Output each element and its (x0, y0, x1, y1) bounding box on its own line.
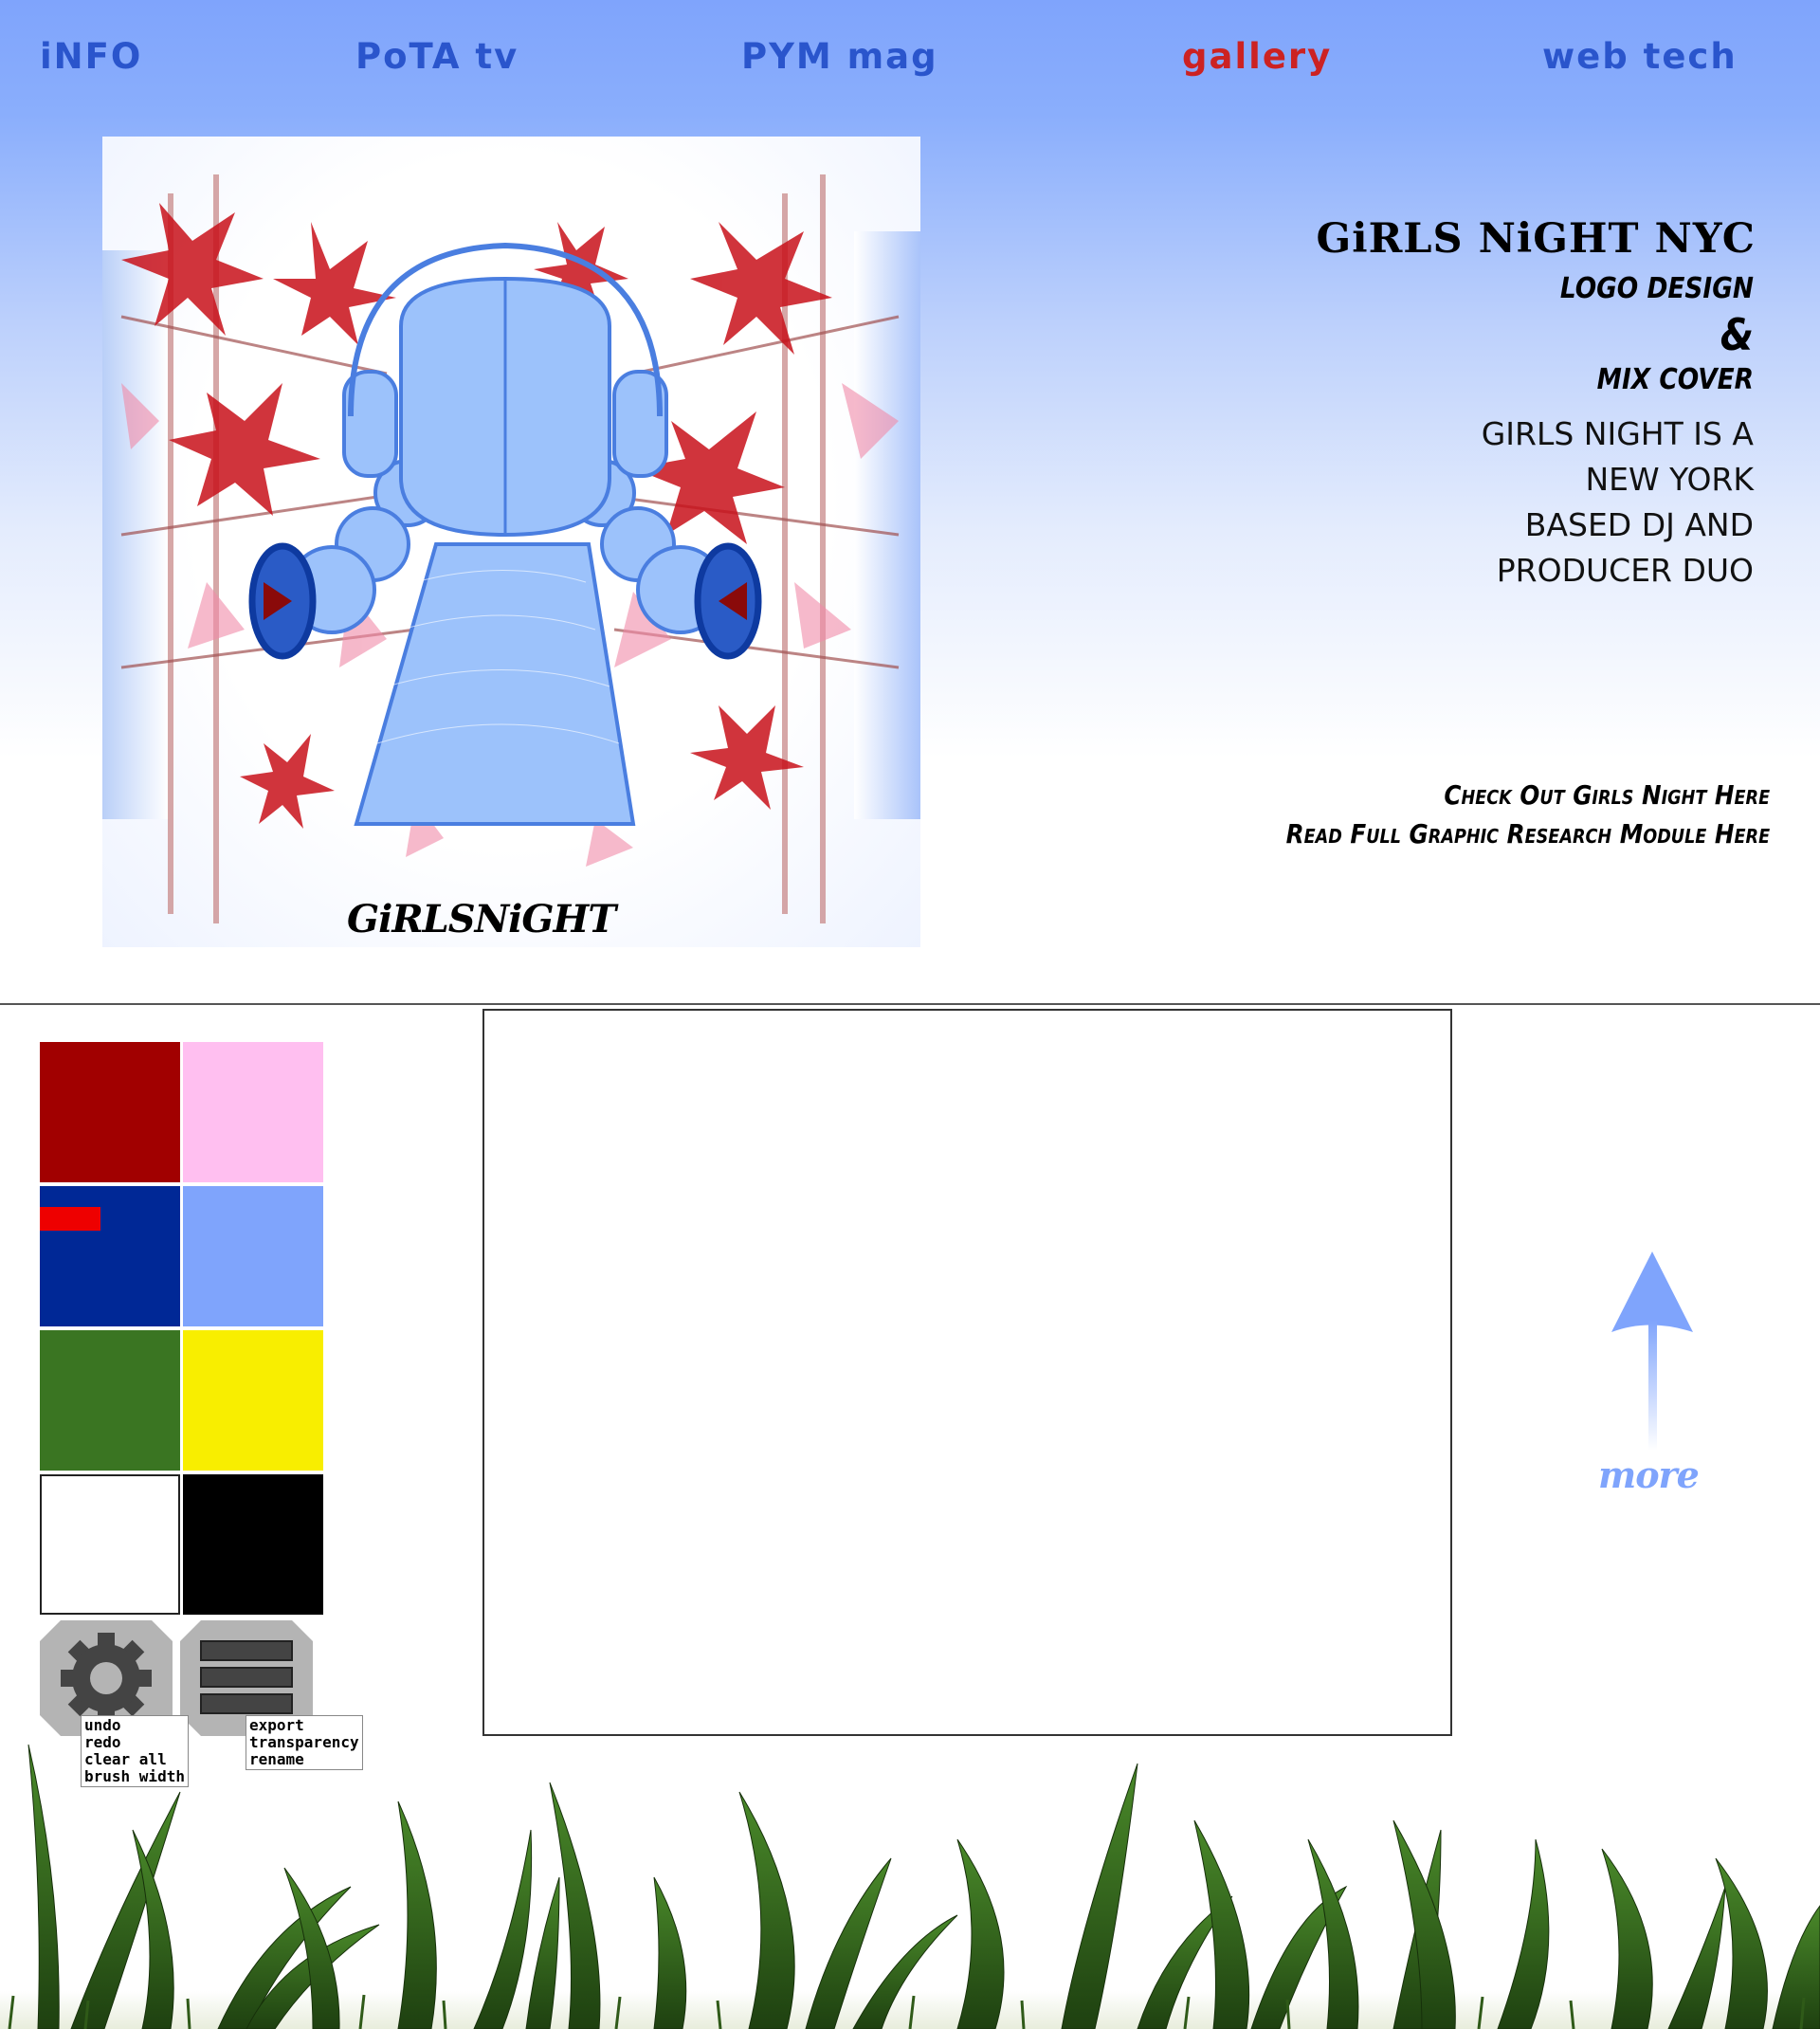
swatch-pink[interactable] (183, 1042, 323, 1182)
nav-pota-tv[interactable]: PoTA tv (355, 36, 519, 77)
artwork-logo-text: GiRLSNiGHT (347, 897, 616, 941)
top-section: iNFO PoTA tv PYM mag gallery web tech Gi… (0, 0, 1820, 1003)
more-label: more (1598, 1453, 1700, 1496)
project-title: GiRLS NiGHT NYC (1316, 215, 1756, 263)
research-module-link[interactable]: Read Full Graphic Research Module Here (1285, 814, 1770, 853)
artwork-image: GiRLSNiGHT (102, 137, 920, 947)
description-line: BASED DJ AND (1524, 506, 1754, 543)
description-line: NEW YORK (1585, 461, 1754, 498)
more-button[interactable]: more (1598, 1252, 1706, 1498)
nav-gallery[interactable]: gallery (1182, 36, 1332, 77)
project-description: GIRLS NIGHT IS A NEW YORK BASED DJ AND P… (1166, 411, 1754, 594)
drawing-canvas[interactable] (482, 1009, 1452, 1736)
nav-info[interactable]: iNFO (40, 36, 142, 77)
swatch-navy[interactable] (40, 1186, 180, 1326)
nav-web-tech[interactable]: web tech (1542, 36, 1738, 77)
section-divider (0, 1003, 1820, 1005)
selected-color-marker (40, 1207, 100, 1231)
swatch-red[interactable] (40, 1042, 180, 1182)
swatch-yellow[interactable] (183, 1330, 323, 1471)
up-arrow-icon (1611, 1252, 1693, 1451)
artwork-illustration (102, 174, 920, 923)
nav-pym-mag[interactable]: PYM mag (741, 36, 938, 77)
project-subtitle-mix: MIX COVER (1596, 363, 1754, 396)
description-line: GIRLS NIGHT IS A (1481, 415, 1754, 452)
project-links: Check Out Girls Night Here Read Full Gra… (1220, 776, 1770, 853)
project-subtitle-logo: LOGO DESIGN (1559, 272, 1754, 305)
grass-decoration (0, 1744, 1820, 2029)
swatch-light-blue[interactable] (183, 1186, 323, 1326)
main-nav: iNFO PoTA tv PYM mag gallery web tech (0, 0, 1820, 123)
swatch-white[interactable] (40, 1474, 180, 1615)
swatch-black[interactable] (183, 1474, 323, 1615)
project-subtitle-amp: & (1720, 309, 1754, 360)
project-info: GiRLS NiGHT NYC LOGO DESIGN & MIX COVER … (1166, 210, 1756, 594)
description-line: PRODUCER DUO (1496, 552, 1754, 589)
check-out-link[interactable]: Check Out Girls Night Here (1285, 776, 1770, 814)
swatch-green[interactable] (40, 1330, 180, 1471)
